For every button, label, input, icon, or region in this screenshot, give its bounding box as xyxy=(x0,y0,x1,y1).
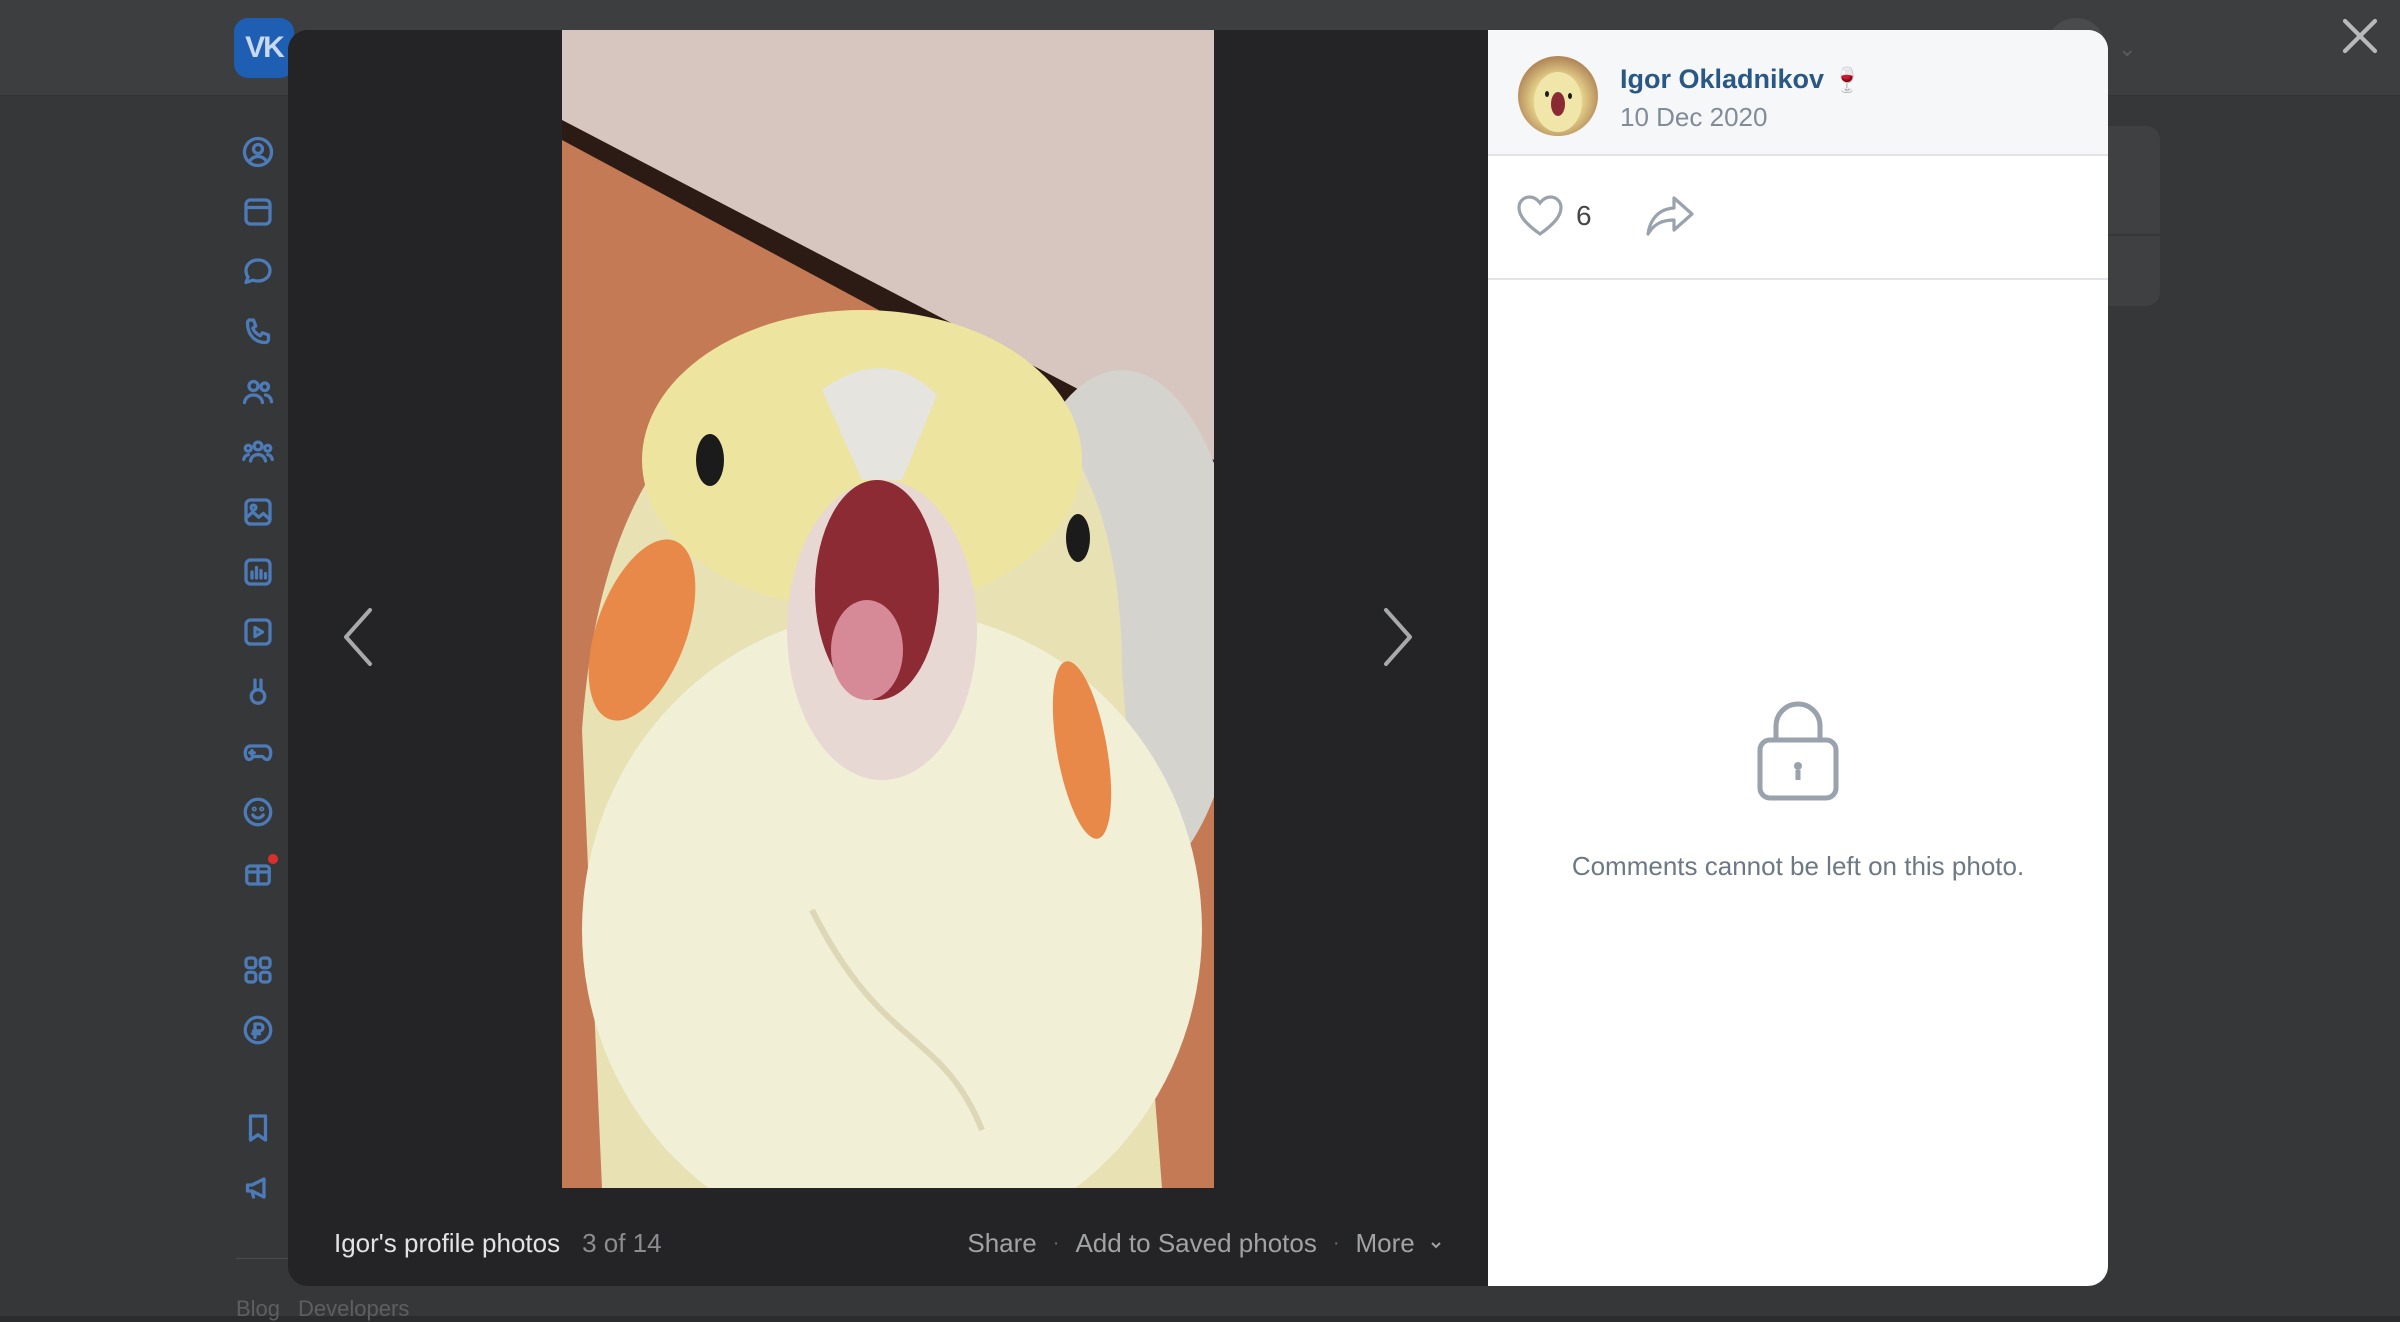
clips-icon[interactable] xyxy=(236,670,280,714)
footer-link-developers[interactable]: Developers xyxy=(298,1296,409,1322)
photo-counter: 3 of 14 xyxy=(582,1227,662,1258)
close-icon xyxy=(2342,18,2378,54)
like-count: 6 xyxy=(1576,200,1592,231)
videos-icon[interactable] xyxy=(236,610,280,654)
heart-icon xyxy=(1517,195,1563,236)
more-label: More xyxy=(1355,1227,1415,1258)
background-card xyxy=(2100,126,2160,306)
photo-info-panel: Igor Okladnikov 🍷 10 Dec 2020 6 Comments … xyxy=(1488,30,2108,1286)
more-menu-button[interactable]: More xyxy=(1356,1228,1442,1259)
chevron-down-icon xyxy=(1431,1241,1441,1249)
divider xyxy=(2100,234,2160,236)
footer-links: Blog Developers xyxy=(236,1296,409,1322)
photo-area: Igor's profile photos 3 of 14 Share · Ad… xyxy=(288,30,1488,1286)
owner-name-link[interactable]: Igor Okladnikov 🍷 xyxy=(1620,64,1862,95)
calls-icon[interactable] xyxy=(236,310,280,354)
owner-avatar[interactable] xyxy=(1518,56,1598,136)
previous-photo-button[interactable] xyxy=(328,602,388,672)
photo-viewer-modal: Igor's profile photos 3 of 14 Share · Ad… xyxy=(288,30,2108,1286)
comments-closed-notice: Comments cannot be left on this photo. xyxy=(1488,700,2108,882)
wine-glass-icon: 🍷 xyxy=(1832,67,1862,94)
next-photo-button[interactable] xyxy=(1368,602,1428,672)
stickers-icon[interactable] xyxy=(236,790,280,834)
like-button[interactable]: 6 xyxy=(1516,186,1592,246)
music-icon[interactable] xyxy=(236,550,280,594)
profile-icon[interactable] xyxy=(236,130,280,174)
panel-header: Igor Okladnikov 🍷 10 Dec 2020 xyxy=(1488,30,2108,156)
photo-date: 10 Dec 2020 xyxy=(1620,102,1768,132)
photo-footer: Igor's profile photos 3 of 14 Share · Ad… xyxy=(288,1200,1488,1286)
owner-name: Igor Okladnikov xyxy=(1620,64,1825,94)
share-button[interactable] xyxy=(1644,186,1696,246)
payments-icon[interactable] xyxy=(236,1008,280,1052)
friends-icon[interactable] xyxy=(236,370,280,414)
separator: · xyxy=(1052,1231,1060,1254)
bookmarks-icon[interactable] xyxy=(236,1106,280,1150)
add-to-saved-link[interactable]: Add to Saved photos xyxy=(1075,1228,1316,1259)
lock-icon xyxy=(1756,700,1840,802)
share-link[interactable]: Share xyxy=(967,1228,1036,1259)
reactions-bar: 6 xyxy=(1488,156,2108,280)
vk-logo[interactable]: VK xyxy=(234,18,294,78)
messages-icon[interactable] xyxy=(236,250,280,294)
chevron-right-icon xyxy=(1384,608,1412,666)
communities-icon[interactable] xyxy=(236,430,280,474)
news-icon[interactable] xyxy=(236,190,280,234)
apps-icon[interactable] xyxy=(236,948,280,992)
photo[interactable] xyxy=(562,30,1214,1188)
album-title-link[interactable]: Igor's profile photos xyxy=(334,1228,560,1259)
comments-closed-text: Comments cannot be left on this photo. xyxy=(1571,851,2025,881)
chevron-down-icon[interactable]: ⌄ xyxy=(2118,36,2136,62)
share-arrow-icon xyxy=(1646,196,1694,236)
footer-link-blog[interactable]: Blog xyxy=(236,1296,280,1322)
photo-actions: Share · Add to Saved photos · More xyxy=(967,1200,1442,1286)
games-icon[interactable] xyxy=(236,730,280,774)
close-viewer-button[interactable] xyxy=(2336,12,2384,60)
chevron-left-icon xyxy=(344,608,372,666)
photos-icon[interactable] xyxy=(236,490,280,534)
notification-dot xyxy=(268,854,278,864)
separator: · xyxy=(1332,1231,1340,1254)
ads-icon[interactable] xyxy=(236,1166,280,1210)
gifts-icon[interactable] xyxy=(236,850,280,894)
